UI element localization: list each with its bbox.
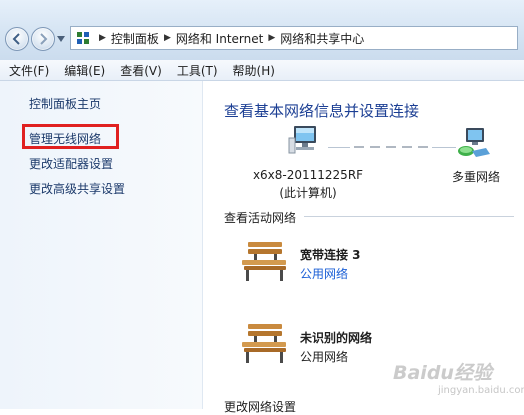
network-map-dash — [402, 146, 412, 148]
network-map-line — [328, 147, 350, 148]
highlight-box — [22, 124, 119, 149]
breadcrumb-network-sharing-center[interactable]: 网络和共享中心 — [280, 30, 364, 47]
network-2-name: 未识别的网络 — [300, 331, 373, 345]
breadcrumb-separator-icon[interactable]: ▶ — [164, 33, 171, 43]
network-map-line — [432, 147, 456, 148]
address-bar-area: ▶ 控制面板 ▶ 网络和 Internet ▶ 网络和共享中心 — [0, 0, 524, 61]
bench-icon — [242, 242, 286, 281]
back-arrow-icon — [12, 33, 20, 45]
forward-button[interactable] — [31, 27, 55, 51]
network-2-type: 公用网络 — [300, 350, 349, 364]
menu-bar: 文件(F) 编辑(E) 查看(V) 工具(T) 帮助(H) — [0, 60, 524, 81]
bench-icon — [242, 324, 286, 363]
network-map-dash — [370, 146, 380, 148]
recent-pages-dropdown-icon[interactable] — [57, 36, 65, 42]
menu-view[interactable]: 查看(V) — [111, 62, 162, 79]
network-map-dash — [354, 146, 364, 148]
multiple-networks-label[interactable]: 多重网络 — [416, 168, 524, 185]
page-title: 查看基本网络信息并设置连接 — [224, 102, 420, 120]
change-advanced-sharing-link[interactable]: 更改高级共享设置 — [29, 180, 125, 197]
watermark-logo: Baidu经验 — [393, 362, 492, 384]
menu-help[interactable]: 帮助(H) — [224, 62, 275, 79]
multiple-networks-icon[interactable] — [456, 126, 492, 160]
breadcrumb-control-panel[interactable]: 控制面板 — [111, 30, 159, 47]
network-1-type-link[interactable]: 公用网络 — [300, 265, 348, 282]
menu-file[interactable]: 文件(F) — [0, 62, 49, 79]
computer-icon[interactable] — [288, 124, 322, 156]
breadcrumb-network-internet[interactable]: 网络和 Internet — [176, 30, 263, 47]
watermark-url: jingyan.baidu.com — [438, 385, 524, 396]
control-panel-home-link[interactable]: 控制面板主页 — [29, 95, 101, 112]
section-divider — [304, 216, 514, 217]
change-adapter-settings-link[interactable]: 更改适配器设置 — [29, 155, 113, 172]
network-1-name: 宽带连接 3 — [300, 248, 361, 262]
network-map-dash — [418, 146, 428, 148]
forward-arrow-icon — [40, 33, 48, 45]
menu-edit[interactable]: 编辑(E) — [55, 62, 105, 79]
control-panel-icon — [77, 32, 89, 44]
breadcrumb-separator-icon[interactable]: ▶ — [99, 33, 106, 43]
breadcrumb[interactable]: ▶ 控制面板 ▶ 网络和 Internet ▶ 网络和共享中心 — [70, 26, 518, 50]
change-settings-heading: 更改网络设置 — [224, 400, 297, 414]
computer-note: (此计算机) — [279, 186, 337, 200]
computer-name: x6x8-20111225RF — [252, 168, 364, 182]
back-button[interactable] — [5, 27, 29, 51]
active-networks-heading: 查看活动网络 — [224, 211, 297, 225]
breadcrumb-separator-icon[interactable]: ▶ — [268, 33, 275, 43]
menu-tools[interactable]: 工具(T) — [168, 62, 218, 79]
network-map-dash — [386, 146, 396, 148]
